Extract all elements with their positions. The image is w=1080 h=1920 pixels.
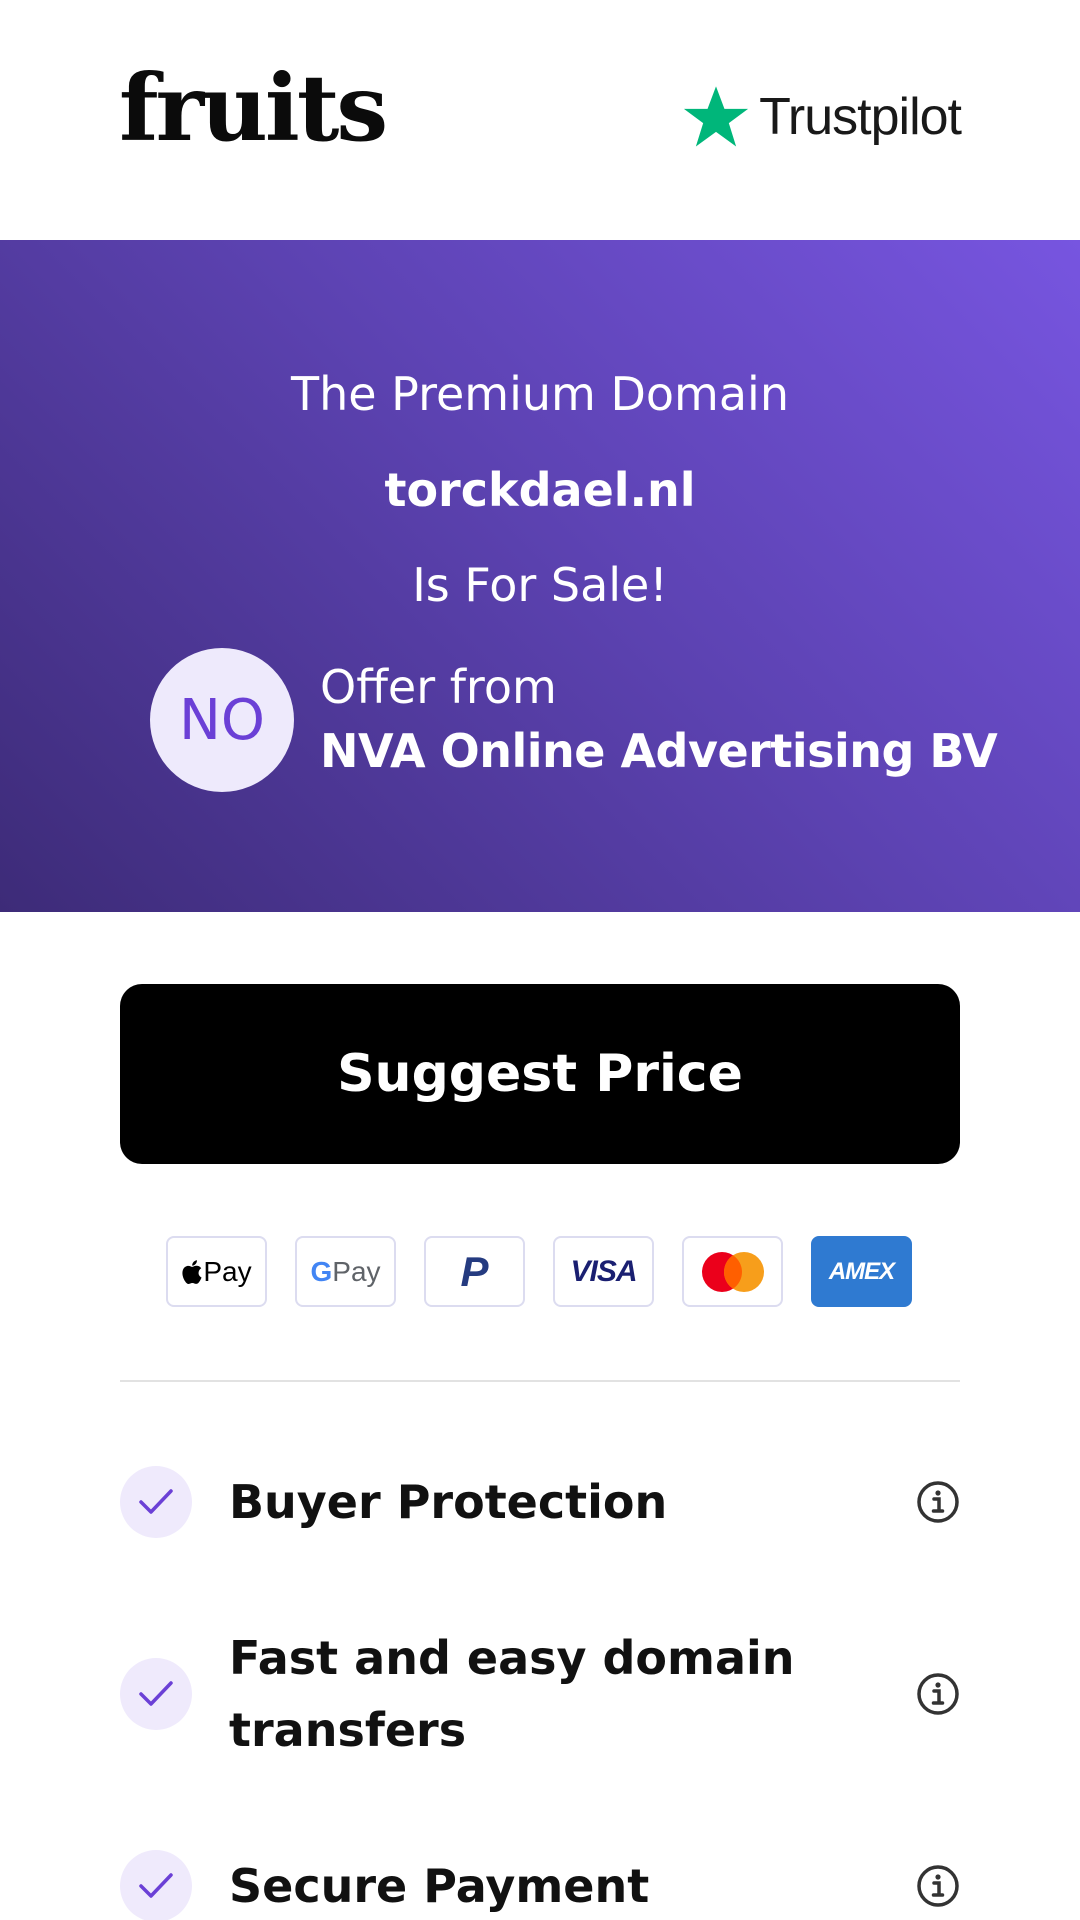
feature-label: Buyer Protection <box>229 1475 668 1529</box>
feature-label: Secure Payment <box>229 1859 650 1913</box>
info-icon[interactable] <box>916 1864 960 1908</box>
trustpilot-star-icon <box>683 86 749 147</box>
payment-methods: Pay GPay P VISA AMEX <box>166 1236 912 1307</box>
check-icon <box>120 1466 192 1538</box>
feature-label: Fast and easy domain transfers <box>229 1631 795 1757</box>
hero-banner: The Premium Domain torckdael.nl Is For S… <box>0 240 1080 912</box>
mastercard-circles-icon <box>701 1251 764 1292</box>
amex-label: AMEX <box>828 1257 895 1285</box>
google-g-letter: G <box>310 1255 333 1287</box>
trustpilot-badge[interactable]: Trustpilot <box>679 82 962 152</box>
seller-avatar: NO <box>150 648 294 792</box>
hero-heading: The Premium Domain <box>291 367 789 421</box>
for-sale-text: Is For Sale! <box>412 558 668 612</box>
domain-name: torckdael.nl <box>384 463 696 517</box>
site-header: fruits Trustpilot <box>0 0 1080 240</box>
google-pay-text: Pay <box>332 1255 381 1287</box>
fruits-logo[interactable]: fruits <box>119 62 388 154</box>
info-icon[interactable] <box>916 1672 960 1716</box>
feature-fast-transfers: Fast and easy domain transfers <box>120 1622 960 1766</box>
seller-info: NO Offer from NVA Online Advertising BV <box>150 648 998 792</box>
divider <box>120 1380 960 1382</box>
check-icon <box>120 1658 192 1730</box>
paypal-label: P <box>460 1247 489 1295</box>
check-icon <box>120 1850 192 1920</box>
apple-pay-label: Pay <box>203 1255 252 1287</box>
google-pay-icon: GPay <box>295 1236 396 1307</box>
paypal-icon: P <box>424 1236 525 1307</box>
trustpilot-label: Trustpilot <box>759 88 962 146</box>
feature-secure-payment: Secure Payment <box>120 1850 960 1920</box>
mastercard-icon <box>682 1236 783 1307</box>
amex-icon: AMEX <box>811 1236 912 1307</box>
info-icon[interactable] <box>916 1480 960 1524</box>
visa-label: VISA <box>570 1254 637 1288</box>
apple-logo-icon <box>182 1259 202 1284</box>
apple-pay-icon: Pay <box>166 1236 267 1307</box>
feature-buyer-protection: Buyer Protection <box>120 1466 960 1538</box>
offer-from-label: Offer from <box>320 660 557 715</box>
google-pay-label: GPay <box>310 1256 380 1288</box>
visa-icon: VISA <box>553 1236 654 1307</box>
seller-name: NVA Online Advertising BV <box>320 724 998 778</box>
suggest-price-button[interactable]: Suggest Price <box>120 984 960 1164</box>
